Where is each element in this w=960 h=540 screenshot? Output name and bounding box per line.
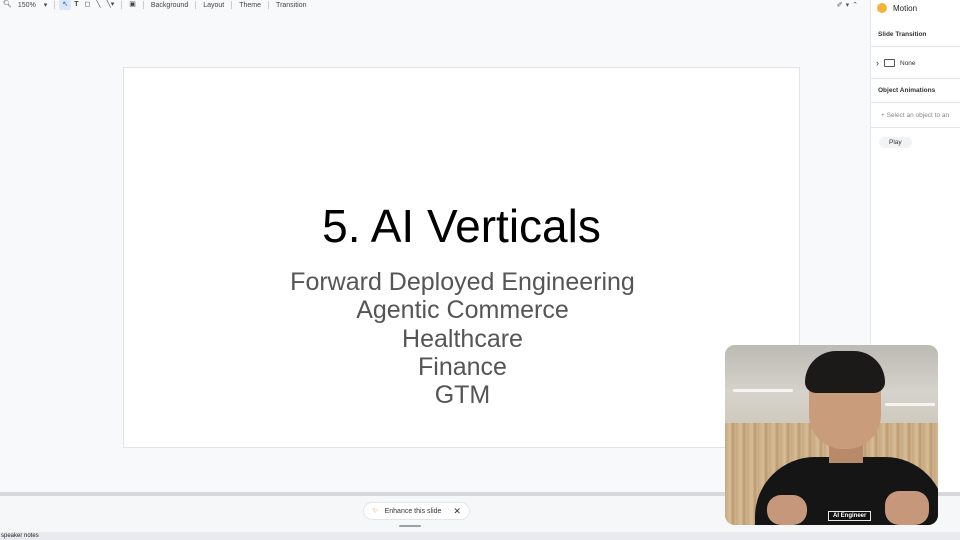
close-icon[interactable]: ✕ xyxy=(453,506,461,517)
zoom-value: 150% xyxy=(17,1,36,9)
panel-divider xyxy=(871,46,960,47)
play-button[interactable]: Play xyxy=(879,137,912,148)
webcam-overlay: AI Engineer xyxy=(725,345,938,525)
slide-line: Finance xyxy=(418,353,507,381)
chevron-down-icon: ▾ xyxy=(43,2,48,9)
panel-header: Motion xyxy=(877,3,917,13)
toolbar-divider xyxy=(231,1,233,9)
toolbar-divider xyxy=(54,1,56,9)
zoom-select[interactable]: 150% ▾ xyxy=(15,0,50,10)
ceiling-light xyxy=(885,403,935,406)
speaker-notes-placeholder[interactable]: speaker notes xyxy=(1,533,39,539)
add-animation-button[interactable]: + Select an object to an xyxy=(881,112,949,119)
shirt-logo: AI Engineer xyxy=(828,511,872,521)
presenter-hand xyxy=(767,495,807,525)
slide-thumbnail-icon xyxy=(884,59,895,67)
transition-value: None xyxy=(900,59,916,67)
layout-button[interactable]: Layout xyxy=(200,0,227,10)
sparkle-icon: ✨︎ xyxy=(372,506,379,515)
line-icon[interactable]: ╲ xyxy=(93,0,103,10)
transition-button[interactable]: Transition xyxy=(273,0,309,10)
toolbar-right: ✐ ▾ ⌃ xyxy=(837,0,858,10)
theme-button[interactable]: Theme xyxy=(236,0,264,10)
text-box-icon[interactable]: T xyxy=(71,0,81,10)
select-tool-icon[interactable]: ↖ xyxy=(59,0,72,10)
object-animations-heading: Object Animations xyxy=(878,87,936,94)
enhance-slide-chip[interactable]: ✨︎ Enhance this slide ✕ xyxy=(363,502,470,520)
pen-icon[interactable]: ✐ xyxy=(837,1,843,9)
enhance-label: Enhance this slide xyxy=(384,507,442,515)
editor-toolbar: 🔍︎ 150% ▾ ↖ T ◻ ╲ ╲▾ ▣ Background Layout … xyxy=(0,0,862,10)
presenter-hand xyxy=(885,491,929,525)
toolbar-divider xyxy=(142,1,144,9)
panel-title: Motion xyxy=(893,3,918,13)
slide-line: Forward Deployed Engineering xyxy=(290,268,635,296)
slide-transition-heading: Slide Transition xyxy=(878,31,927,38)
panel-divider xyxy=(871,127,960,128)
slide-line: Agentic Commerce xyxy=(356,296,569,324)
plus-icon: + xyxy=(881,112,885,119)
chevron-right-icon[interactable]: › xyxy=(876,58,879,68)
line-menu-icon[interactable]: ╲▾ xyxy=(104,0,118,10)
resize-handle[interactable] xyxy=(399,525,421,527)
chevron-up-icon[interactable]: ⌃ xyxy=(852,1,858,9)
toolbar-divider xyxy=(268,1,270,9)
zoom-icon[interactable]: 🔍︎ xyxy=(0,0,15,10)
shape-icon[interactable]: ◻ xyxy=(81,0,93,10)
slide-line: Healthcare xyxy=(402,325,523,353)
ceiling-light xyxy=(733,389,793,392)
slide-title[interactable]: 5. AI Verticals xyxy=(124,199,799,253)
motion-icon xyxy=(877,3,887,13)
chevron-down-icon[interactable]: ▾ xyxy=(846,1,850,9)
panel-divider xyxy=(871,102,960,103)
slide-line: GTM xyxy=(434,381,491,409)
add-animation-hint: Select an object to an xyxy=(886,112,950,119)
toolbar-divider xyxy=(195,1,197,9)
toolbar-divider xyxy=(121,1,123,9)
comment-icon[interactable]: ▣ xyxy=(126,0,139,10)
transition-row[interactable]: › None xyxy=(876,58,916,68)
slide-canvas[interactable]: 5. AI Verticals Forward Deployed Enginee… xyxy=(123,67,800,448)
panel-divider xyxy=(871,78,960,79)
background-button[interactable]: Background xyxy=(148,0,191,10)
presenter-hair xyxy=(805,351,885,393)
speaker-notes-strip[interactable] xyxy=(0,532,960,540)
